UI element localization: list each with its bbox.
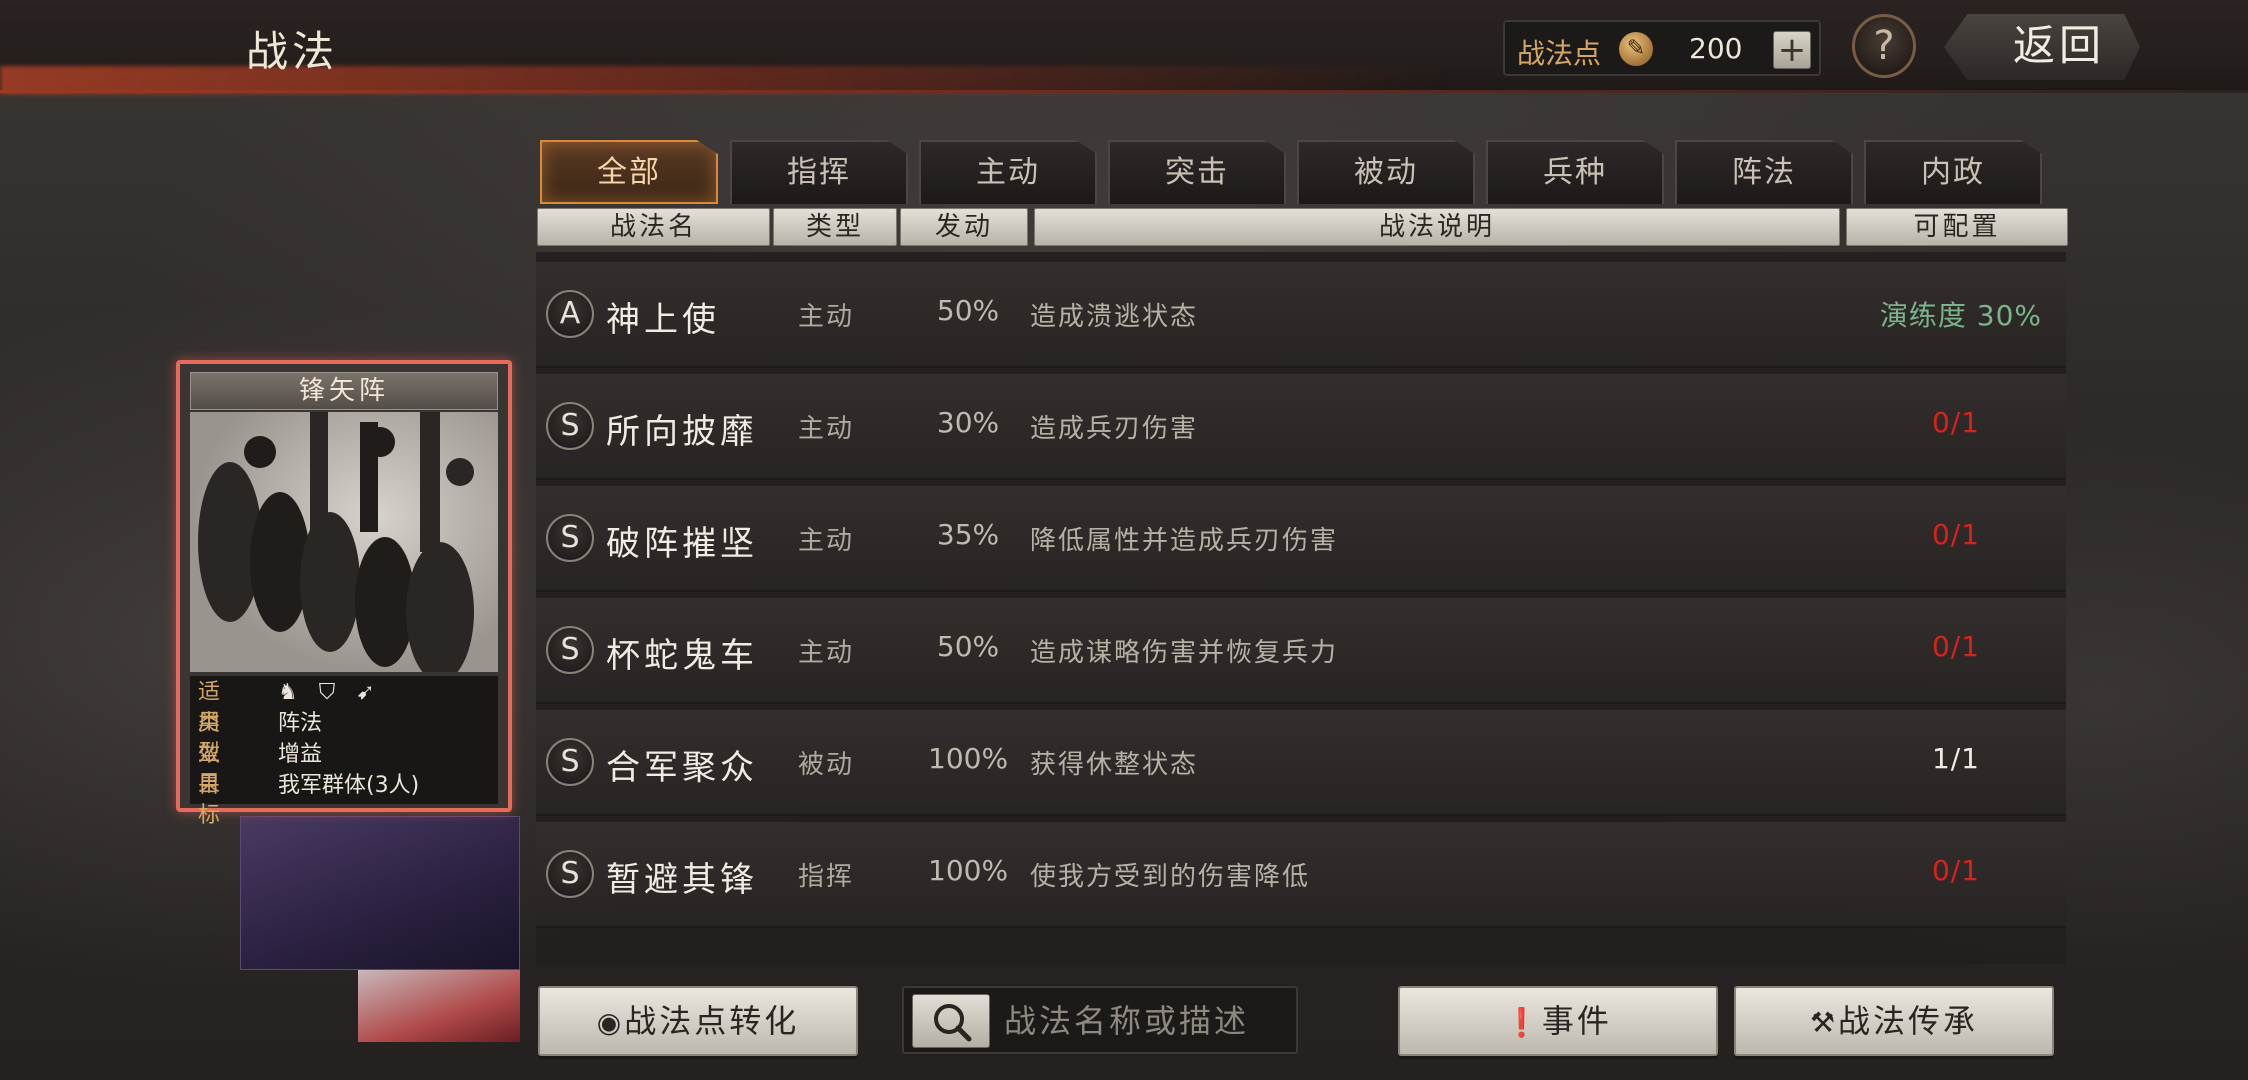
info-value: 阵法 — [278, 711, 323, 736]
help-button[interactable]: ? — [1852, 14, 1916, 78]
card-title: 锋矢阵 — [190, 372, 498, 410]
shield-icon: ⛉ — [318, 680, 336, 705]
events-label: 事件 — [1541, 1002, 1612, 1040]
tactic-rate: 100% — [928, 742, 1009, 775]
info-value: 我军群体(3人) — [278, 773, 420, 798]
tactic-desc: 获得休整状态 — [1030, 750, 1199, 780]
tactic-points-value: 200 — [1689, 32, 1743, 65]
grade-badge: S — [546, 626, 594, 674]
tab-formation[interactable]: 阵法 — [1675, 140, 1853, 204]
convert-points-label: 战法点转化 — [624, 1002, 800, 1040]
card-info-panel: 适用 ♞ ⛉ ➹ 类型 阵法 效果 增益 目标 我军群体(3人) — [190, 676, 498, 828]
tactic-type: 指挥 — [798, 862, 855, 892]
tab-troop[interactable]: 兵种 — [1486, 140, 1664, 204]
info-value: 增益 — [278, 742, 323, 767]
tactic-rate: 100% — [928, 854, 1009, 887]
tactic-row[interactable]: A 神上使 主动 50% 造成溃逃状态 演练度 30% — [536, 262, 2066, 368]
tactic-inherit-label: 战法传承 — [1838, 1002, 1979, 1040]
tactic-desc: 降低属性并造成兵刃伤害 — [1030, 526, 1339, 556]
convert-points-button[interactable]: ◉战法点转化 — [538, 986, 858, 1056]
grade-badge: S — [546, 402, 594, 450]
tactic-config: 0/1 — [1931, 518, 1980, 551]
tactic-type: 主动 — [798, 526, 855, 556]
tactic-rate: 50% — [936, 630, 1000, 663]
tab-internal[interactable]: 内政 — [1864, 140, 2042, 204]
alert-book-icon: ❗ — [1504, 1006, 1542, 1039]
tactic-row[interactable]: S 破阵摧坚 主动 35% 降低属性并造成兵刃伤害 0/1 — [536, 486, 2066, 592]
tab-command[interactable]: 指挥 — [730, 140, 908, 204]
cavalry-icon: ♞ — [278, 680, 298, 705]
tab-active[interactable]: 主动 — [919, 140, 1097, 204]
tactic-type: 主动 — [798, 638, 855, 668]
tab-all[interactable]: 全部 — [540, 140, 718, 204]
tactic-name: 暂避其锋 — [606, 860, 758, 900]
tactic-name: 杯蛇鬼车 — [606, 636, 758, 676]
tactic-config: 0/1 — [1931, 406, 1980, 439]
search-icon — [934, 1004, 972, 1042]
grade-badge: S — [546, 738, 594, 786]
column-header-type[interactable]: 类型 — [773, 208, 897, 246]
tactic-type: 主动 — [798, 414, 855, 444]
tactic-row[interactable]: S 暂避其锋 指挥 100% 使我方受到的伤害降低 0/1 — [536, 822, 2066, 928]
tactic-row[interactable]: S 合军聚众 被动 100% 获得休整状态 1/1 — [536, 710, 2066, 816]
tactic-config: 1/1 — [1931, 742, 1980, 775]
tactic-name: 所向披靡 — [606, 412, 758, 452]
column-header-config[interactable]: 可配置 — [1846, 208, 2068, 246]
tactic-rate: 50% — [936, 294, 1000, 327]
tactic-type: 被动 — [798, 750, 855, 780]
search-input[interactable] — [1004, 998, 1284, 1044]
tab-passive[interactable]: 被动 — [1297, 140, 1475, 204]
tactic-inherit-button[interactable]: ⚒战法传承 — [1734, 986, 2054, 1056]
column-header-desc: 战法说明 — [1034, 208, 1840, 246]
card-artwork — [190, 412, 498, 672]
add-points-button[interactable]: + — [1773, 31, 1811, 69]
tactic-rate: 30% — [936, 406, 1000, 439]
column-header-trigger[interactable]: 发动 — [900, 208, 1028, 246]
tactic-desc: 造成溃逃状态 — [1030, 302, 1199, 332]
tactic-row[interactable]: S 所向披靡 主动 30% 造成兵刃伤害 0/1 — [536, 374, 2066, 480]
hammer-icon: ⚒ — [1809, 1006, 1839, 1039]
soldiers-silhouette-icon — [198, 412, 474, 672]
back-button[interactable]: 返回 — [1944, 14, 2140, 80]
feather-coin-icon: ✎ — [1619, 32, 1653, 66]
flame-icon: ◉ — [596, 1006, 625, 1039]
bow-icon: ➹ — [356, 680, 375, 705]
tactic-name: 合军聚众 — [606, 748, 758, 788]
tactic-config: 演练度 30% — [1879, 299, 2042, 332]
tactic-config: 0/1 — [1931, 630, 1980, 663]
tactic-points-box: 战法点 ✎ 200 + — [1503, 20, 1821, 76]
top-bar: 战法 战法点 ✎ 200 + ? 返回 — [0, 0, 2248, 94]
tactic-name: 破阵摧坚 — [606, 524, 758, 564]
selected-tactic-card[interactable]: 锋矢阵 适用 ♞ ⛉ ➹ 类型 阵法 效果 增益 目标 我军群体(3人) — [176, 360, 512, 828]
page-title: 战法 — [246, 27, 339, 76]
events-button[interactable]: ❗事件 — [1398, 986, 1718, 1056]
tactic-desc: 造成兵刃伤害 — [1030, 414, 1199, 444]
info-key: 目标 — [198, 773, 225, 828]
tactic-type: 主动 — [798, 302, 855, 332]
troop-icons: ♞ ⛉ ➹ — [278, 678, 375, 708]
tactic-points-label: 战法点 — [1517, 37, 1602, 70]
tactic-row[interactable]: S 杯蛇鬼车 主动 50% 造成谋略伤害并恢复兵力 0/1 — [536, 598, 2066, 704]
header-divider — [0, 90, 2248, 93]
search-box — [902, 986, 1298, 1054]
background-card-art — [240, 816, 520, 970]
grade-badge: S — [546, 850, 594, 898]
tactic-name: 神上使 — [606, 300, 720, 340]
background-card-art — [358, 970, 520, 1042]
tactic-desc: 造成谋略伤害并恢复兵力 — [1030, 638, 1339, 668]
column-header-name[interactable]: 战法名 — [537, 208, 770, 246]
tab-assault[interactable]: 突击 — [1108, 140, 1286, 204]
tactic-desc: 使我方受到的伤害降低 — [1030, 862, 1311, 892]
search-button[interactable] — [912, 994, 990, 1048]
grade-badge: A — [546, 290, 594, 338]
tactic-config: 0/1 — [1931, 854, 1980, 887]
grade-badge: S — [546, 514, 594, 562]
tactic-rate: 35% — [936, 518, 1000, 551]
